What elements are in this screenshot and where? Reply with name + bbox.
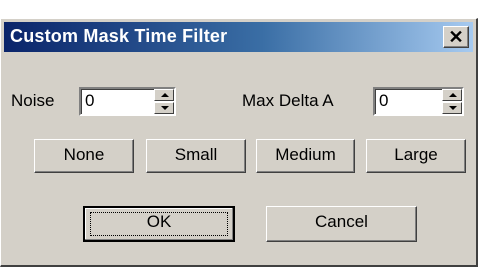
- max-delta-a-value[interactable]: 0: [379, 91, 388, 111]
- noise-decrement-button[interactable]: [154, 102, 174, 114]
- title-bar[interactable]: Custom Mask Time Filter ✕: [4, 22, 473, 52]
- arrow-down-icon: [449, 106, 457, 110]
- large-button[interactable]: Large: [366, 139, 466, 173]
- arrow-down-icon: [161, 106, 169, 110]
- arrow-up-icon: [449, 93, 457, 97]
- noise-label: Noise: [11, 91, 55, 110]
- max-delta-a-label: Max Delta A: [242, 91, 334, 110]
- custom-mask-time-filter-dialog: Custom Mask Time Filter ✕ Noise 0 Max De…: [0, 18, 478, 267]
- max-delta-a-decrement-button[interactable]: [442, 102, 462, 114]
- cancel-button[interactable]: Cancel: [266, 206, 417, 242]
- max-delta-a-spinbox[interactable]: 0: [373, 87, 464, 116]
- close-icon: ✕: [448, 27, 464, 47]
- small-button[interactable]: Small: [146, 139, 246, 173]
- noise-spinbox[interactable]: 0: [79, 87, 176, 116]
- arrow-up-icon: [161, 93, 169, 97]
- close-button[interactable]: ✕: [443, 26, 469, 48]
- noise-increment-button[interactable]: [154, 89, 174, 101]
- ok-button[interactable]: OK: [83, 206, 235, 242]
- medium-button[interactable]: Medium: [256, 139, 355, 173]
- focus-rectangle: [90, 212, 228, 236]
- dialog-title: Custom Mask Time Filter: [10, 26, 228, 46]
- noise-value[interactable]: 0: [85, 91, 94, 111]
- max-delta-a-increment-button[interactable]: [442, 89, 462, 101]
- none-button[interactable]: None: [34, 139, 134, 173]
